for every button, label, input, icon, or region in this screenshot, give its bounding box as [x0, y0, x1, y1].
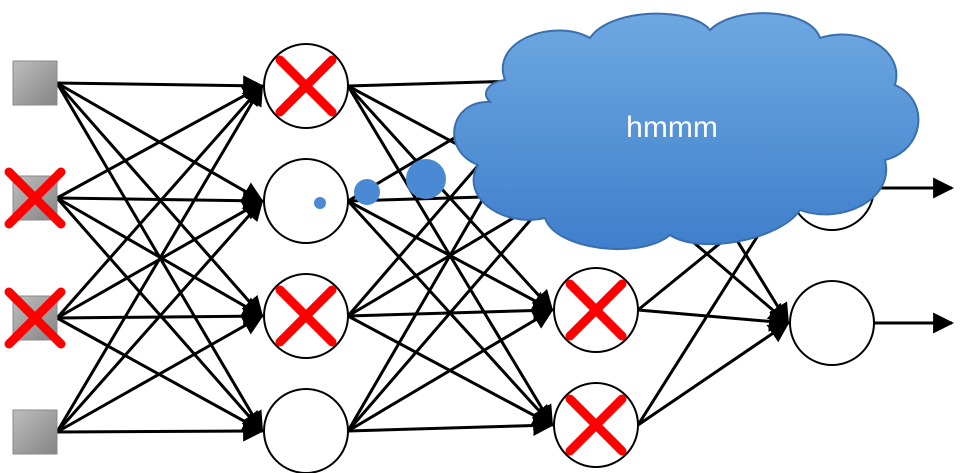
- thought-dot-medium: [354, 179, 380, 205]
- hidden-unit: [263, 388, 349, 473]
- input-unit: [12, 60, 58, 106]
- thought-dot-large: [406, 159, 446, 199]
- input-unit: [12, 409, 58, 455]
- thought-bubble: hmmm: [314, 12, 920, 251]
- dropout-diagram: hmmm: [0, 0, 966, 473]
- connection-edge: [56, 420, 265, 442]
- output-unit: [789, 280, 875, 366]
- thought-dot-small: [314, 197, 326, 209]
- thought-text: hmmm: [626, 111, 718, 144]
- connection-edge: [56, 84, 264, 200]
- connection-edge: [347, 415, 555, 437]
- connection-edge: [637, 321, 790, 427]
- connection-edge: [637, 308, 791, 332]
- connection-edge: [56, 75, 265, 97]
- network-canvas: hmmm: [4, 12, 955, 473]
- connection-edge: [347, 308, 554, 433]
- connection-edge: [346, 193, 554, 432]
- hidden-unit: [263, 158, 349, 244]
